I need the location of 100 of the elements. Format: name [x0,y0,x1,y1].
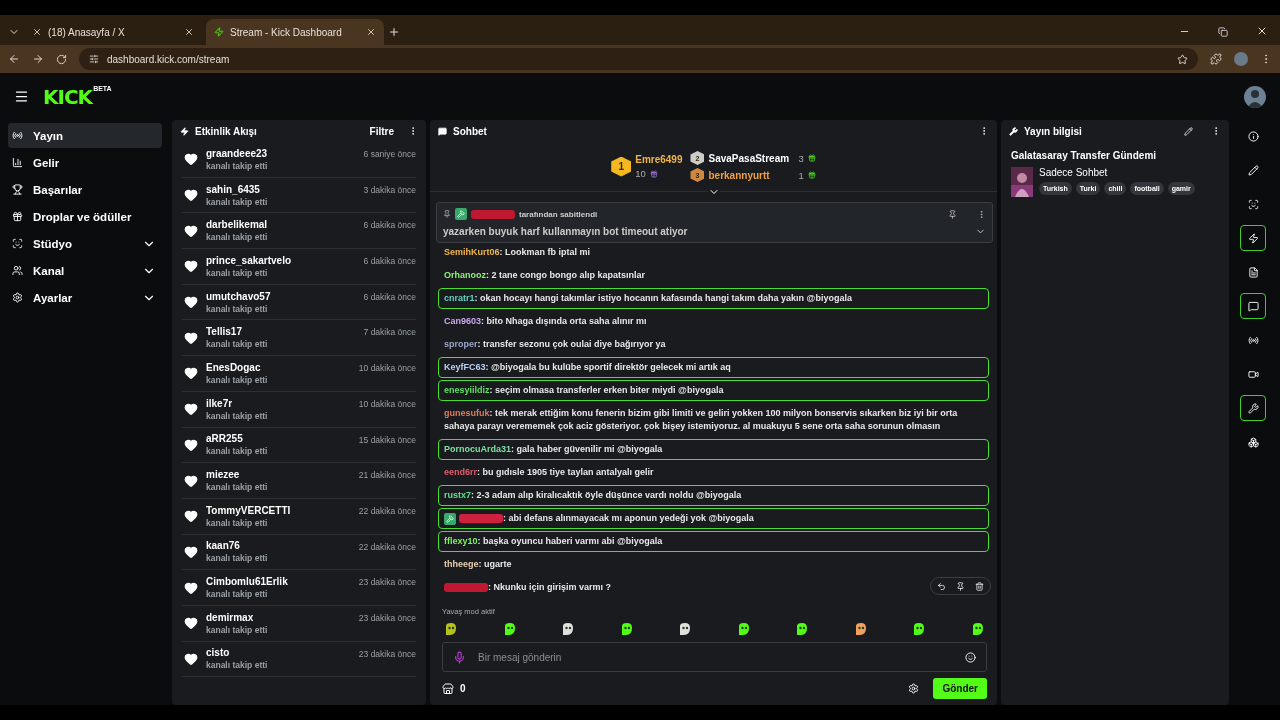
bolt-icon [1247,232,1259,244]
extensions-icon[interactable] [1210,53,1222,65]
x-logo-icon [32,27,42,37]
nav-item[interactable]: Droplar ve ödüller [8,204,162,229]
mic-icon[interactable] [453,650,466,664]
document-icon [1247,266,1259,278]
more-icon[interactable] [977,209,986,219]
emote-icon[interactable] [444,622,458,636]
gifter-name[interactable]: Emre6499 [635,154,683,165]
bookmark-icon[interactable] [1177,53,1188,65]
chat-message: SemihKurt06: Lookman fb iptal mi [443,247,592,259]
close-icon[interactable] [366,27,376,37]
event-text: kanalı takip etti [206,553,269,564]
chat-message: PornocuArda31: gala haber güvenilir mi @biyogala [438,439,989,460]
gifter-name[interactable]: SavaPasaStream [708,152,795,164]
nav-item[interactable]: Ayarlar [8,285,162,310]
follower-name[interactable]: darbelikemal [206,219,356,231]
browser-tab[interactable]: (18) Anasayfa / X [24,19,202,45]
delete-icon[interactable] [975,581,984,591]
emoji-icon[interactable] [965,651,976,663]
follower-name[interactable]: EnesDogac [206,361,351,373]
event-text: kanalı takip etti [206,160,269,171]
filter-link[interactable]: Filtre [369,125,394,137]
emote-icon[interactable] [678,622,693,636]
chat-message: thheege: ugarte [443,558,513,571]
follower-name[interactable]: graandeee23 [206,147,356,159]
message-box[interactable]: Bir mesaj gönderin [442,642,987,672]
close-icon[interactable] [184,27,194,37]
follower-name[interactable]: cisto [206,647,351,659]
event-time: 23 dakika önce [358,577,416,588]
restore-icon[interactable] [1218,27,1228,37]
unpin-icon[interactable] [948,209,957,219]
panel-title: Yayın bilgisi [1024,125,1083,137]
broadcast-icon [1247,334,1259,346]
chat-message: Orhanooz: 2 tane congo bongo alıp kapatsınlar [443,269,647,282]
heart-icon [184,188,198,203]
stream-title: Galatasaray Transfer Gündemi [1011,150,1158,161]
menu-icon[interactable] [14,89,29,104]
emote-icon[interactable] [853,622,868,636]
follower-name[interactable]: TommyVERCETTI [206,504,351,516]
follower-name[interactable]: miezee [206,469,351,481]
nav-item[interactable]: Başarılar [8,177,162,202]
chat-message: cnratr1: okan hocayı hangi takımlar istiyo hocanın kafasında hangi takım daha yakın @biyogala [438,288,989,309]
chat-message: : abi defans alınmayacak mı aponun yedeği yok @biyogala [438,508,989,529]
follower-name[interactable]: ilke7r [206,397,351,409]
rail-button[interactable] [1240,225,1266,251]
emote-icon[interactable] [502,622,517,636]
site-settings-icon[interactable] [89,54,99,64]
info-icon [1247,130,1259,142]
pin-icon[interactable] [956,581,965,591]
store-icon[interactable] [442,682,454,695]
message-input[interactable]: Bir mesaj gönderin [476,650,955,664]
category-link[interactable]: Sadece Sohbet [1039,167,1195,178]
panel-title: Sohbet [453,125,488,137]
follower-name[interactable]: prince_sakartvelo [206,254,356,266]
reload-icon[interactable] [56,53,67,65]
broadcast-icon [12,130,23,141]
follower-name[interactable]: sahin_6435 [206,183,356,195]
send-button[interactable]: Gönder [933,678,987,699]
emote-icon[interactable] [795,622,810,636]
browser-tab[interactable]: Stream - Kick Dashboard [206,19,384,45]
nav-item[interactable]: Gelir [8,150,162,175]
follower-name[interactable]: demirmax [206,611,351,623]
emote-icon[interactable] [561,622,576,636]
event-time: 6 dakika önce [363,256,416,267]
heart-icon [184,473,198,488]
back-icon[interactable] [8,53,20,65]
follower-name[interactable]: Tellis17 [206,326,356,338]
gifter-name[interactable]: berkannyurtt [708,169,795,181]
event-time: 10 dakika önce [358,398,416,409]
undo-icon[interactable] [937,581,946,591]
follower-name[interactable]: aRR255 [206,433,351,445]
profile-avatar[interactable] [1234,52,1248,66]
nav-item[interactable]: Stüdyo [8,231,162,256]
follower-name[interactable]: Cimbomlu61Erlik [206,576,351,588]
forward-icon[interactable] [32,53,44,65]
emote-icon[interactable] [736,622,751,636]
nav-item[interactable]: Kanal [8,258,162,283]
event-text: kanalı takip etti [206,267,269,278]
heart-icon [184,366,198,381]
gift-count: 10 [635,168,646,179]
event-text: kanalı takip etti [206,660,269,671]
edit-icon[interactable] [1184,126,1193,136]
points-count: 0 [460,683,467,694]
user-avatar[interactable] [1244,85,1266,108]
follower-name[interactable]: umutchavo57 [206,290,356,302]
address-bar[interactable]: dashboard.kick.com/stream [79,48,1198,70]
settings-icon[interactable] [908,683,920,694]
follower-name[interactable]: kaan76 [206,540,351,552]
emote-icon[interactable] [912,622,927,636]
users-icon [12,265,23,276]
scan-icon [12,238,23,249]
rail-button[interactable] [1240,395,1266,421]
rail-button[interactable] [1240,293,1266,319]
emote-icon[interactable] [970,622,985,636]
heart-icon [184,544,198,559]
new-tab-icon[interactable] [388,26,400,38]
emote-icon[interactable] [619,622,634,636]
close-icon[interactable] [1256,25,1268,37]
nav-item[interactable]: Yayın [8,123,162,148]
